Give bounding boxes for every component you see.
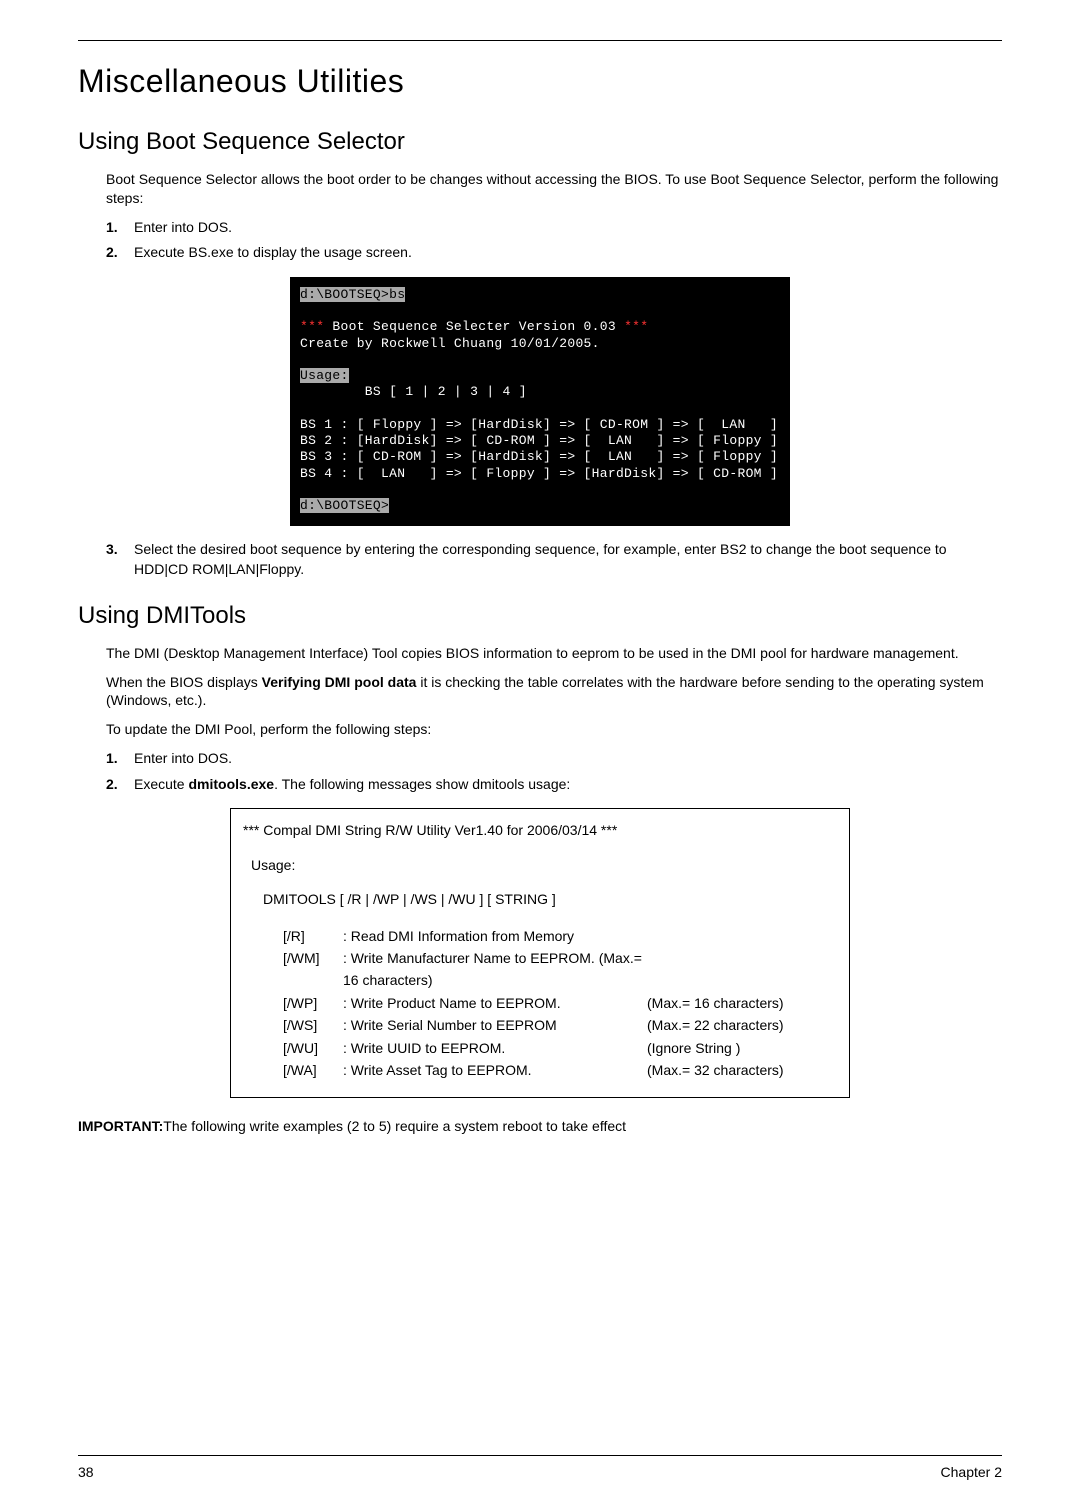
flag: [/WP] — [283, 992, 343, 1014]
step-text: Select the desired boot sequence by ente… — [134, 541, 947, 577]
footer-rule — [78, 1455, 1002, 1456]
bold-text: dmitools.exe — [188, 776, 274, 792]
step-item: 3. Select the desired boot sequence by e… — [106, 540, 1002, 579]
max — [647, 925, 837, 947]
terminal-screenshot: d:\BOOTSEQ>bs *** Boot Sequence Selecter… — [290, 277, 790, 527]
flag: [/WA] — [283, 1059, 343, 1081]
bold-text: Verifying DMI pool data — [262, 674, 417, 690]
infobox-row: [/WU] : Write UUID to EEPROM. (Ignore St… — [283, 1037, 837, 1059]
flag: [/R] — [283, 925, 343, 947]
step-item: 1. Enter into DOS. — [106, 749, 1002, 769]
terminal-line: BS 2 : [HardDisk] => [ CD-ROM ] => [ LAN… — [300, 433, 778, 448]
section-heading-boot-seq: Using Boot Sequence Selector — [78, 128, 1002, 156]
terminal-line: Usage: — [300, 368, 349, 383]
step-text: Execute BS.exe to display the usage scre… — [134, 244, 412, 260]
terminal-line: BS 4 : [ LAN ] => [ Floppy ] => [HardDis… — [300, 466, 778, 481]
flag: [/WM] — [283, 947, 343, 992]
infobox-row: [/WA] : Write Asset Tag to EEPROM. (Max.… — [283, 1059, 837, 1081]
terminal-line: d:\BOOTSEQ>bs — [300, 287, 405, 302]
desc: : Write Asset Tag to EEPROM. — [343, 1059, 647, 1081]
desc: : Write Manufacturer Name to EEPROM. (Ma… — [343, 947, 647, 992]
terminal-line: Boot Sequence Selecter Version 0.03 — [324, 319, 624, 334]
important-text: The following write examples (2 to 5) re… — [163, 1118, 626, 1134]
step-item: 1. Enter into DOS. — [106, 218, 1002, 238]
step-number: 2. — [106, 243, 118, 263]
text-run: When the BIOS displays — [106, 674, 262, 690]
important-note: IMPORTANT:The following write examples (… — [78, 1118, 1002, 1134]
infobox-wrapper: *** Compal DMI String R/W Utility Ver1.4… — [78, 808, 1002, 1098]
step-text: Enter into DOS. — [134, 750, 232, 766]
step-number: 2. — [106, 775, 118, 795]
max — [647, 947, 837, 992]
desc: : Write Serial Number to EEPROM — [343, 1014, 647, 1036]
terminal-line: Create by Rockwell Chuang 10/01/2005. — [300, 336, 600, 351]
desc: : Write UUID to EEPROM. — [343, 1037, 647, 1059]
step-text: Enter into DOS. — [134, 219, 232, 235]
max: (Max.= 22 characters) — [647, 1014, 837, 1036]
max: (Max.= 32 characters) — [647, 1059, 837, 1081]
infobox-row: [/R] : Read DMI Information from Memory — [283, 925, 837, 947]
steps-list-2: 1. Enter into DOS. 2. Execute dmitools.e… — [106, 749, 1002, 794]
step-item: 2. Execute dmitools.exe. The following m… — [106, 775, 1002, 795]
infobox-command: DMITOOLS [ /R | /WP | /WS | /WU ] [ STRI… — [263, 888, 837, 910]
terminal-wrapper: d:\BOOTSEQ>bs *** Boot Sequence Selecter… — [78, 277, 1002, 527]
footer-row: 38 Chapter 2 — [78, 1464, 1002, 1480]
step-number: 1. — [106, 749, 118, 769]
infobox-row: [/WM] : Write Manufacturer Name to EEPRO… — [283, 947, 837, 992]
terminal-line: BS 1 : [ Floppy ] => [HardDisk] => [ CD-… — [300, 417, 778, 432]
flag: [/WU] — [283, 1037, 343, 1059]
step-number: 1. — [106, 218, 118, 238]
step-item: 2. Execute BS.exe to display the usage s… — [106, 243, 1002, 263]
steps-list-1: 1. Enter into DOS. 2. Execute BS.exe to … — [106, 218, 1002, 263]
desc: : Write Product Name to EEPROM. — [343, 992, 647, 1014]
intro-text: Boot Sequence Selector allows the boot o… — [106, 170, 1002, 208]
step-number: 3. — [106, 540, 118, 560]
infobox-usage-label: Usage: — [251, 854, 837, 876]
text-run: Execute — [134, 776, 188, 792]
paragraph: The DMI (Desktop Management Interface) T… — [106, 644, 1002, 663]
terminal-red: *** — [300, 319, 324, 334]
terminal-line: d:\BOOTSEQ> — [300, 498, 389, 513]
page-number: 38 — [78, 1464, 94, 1480]
chapter-label: Chapter 2 — [941, 1464, 1002, 1480]
paragraph: When the BIOS displays Verifying DMI poo… — [106, 673, 1002, 711]
steps-list-1b: 3. Select the desired boot sequence by e… — [106, 540, 1002, 579]
terminal-line: BS 3 : [ CD-ROM ] => [HardDisk] => [ LAN… — [300, 449, 778, 464]
max: (Ignore String ) — [647, 1037, 837, 1059]
flag: [/WS] — [283, 1014, 343, 1036]
dmitools-usage-box: *** Compal DMI String R/W Utility Ver1.4… — [230, 808, 850, 1098]
desc: : Read DMI Information from Memory — [343, 925, 647, 947]
terminal-red: *** — [624, 319, 648, 334]
page-title: Miscellaneous Utilities — [78, 63, 1002, 100]
infobox-title: *** Compal DMI String R/W Utility Ver1.4… — [243, 819, 837, 841]
infobox-row: [/WS] : Write Serial Number to EEPROM (M… — [283, 1014, 837, 1036]
infobox-row: [/WP] : Write Product Name to EEPROM. (M… — [283, 992, 837, 1014]
page-footer: 38 Chapter 2 — [78, 1455, 1002, 1480]
top-rule — [78, 40, 1002, 41]
paragraph: To update the DMI Pool, perform the foll… — [106, 720, 1002, 739]
important-label: IMPORTANT: — [78, 1118, 163, 1134]
section-heading-dmitools: Using DMITools — [78, 602, 1002, 630]
text-run: . The following messages show dmitools u… — [274, 776, 570, 792]
max: (Max.= 16 characters) — [647, 992, 837, 1014]
terminal-line: BS [ 1 | 2 | 3 | 4 ] — [300, 384, 527, 399]
